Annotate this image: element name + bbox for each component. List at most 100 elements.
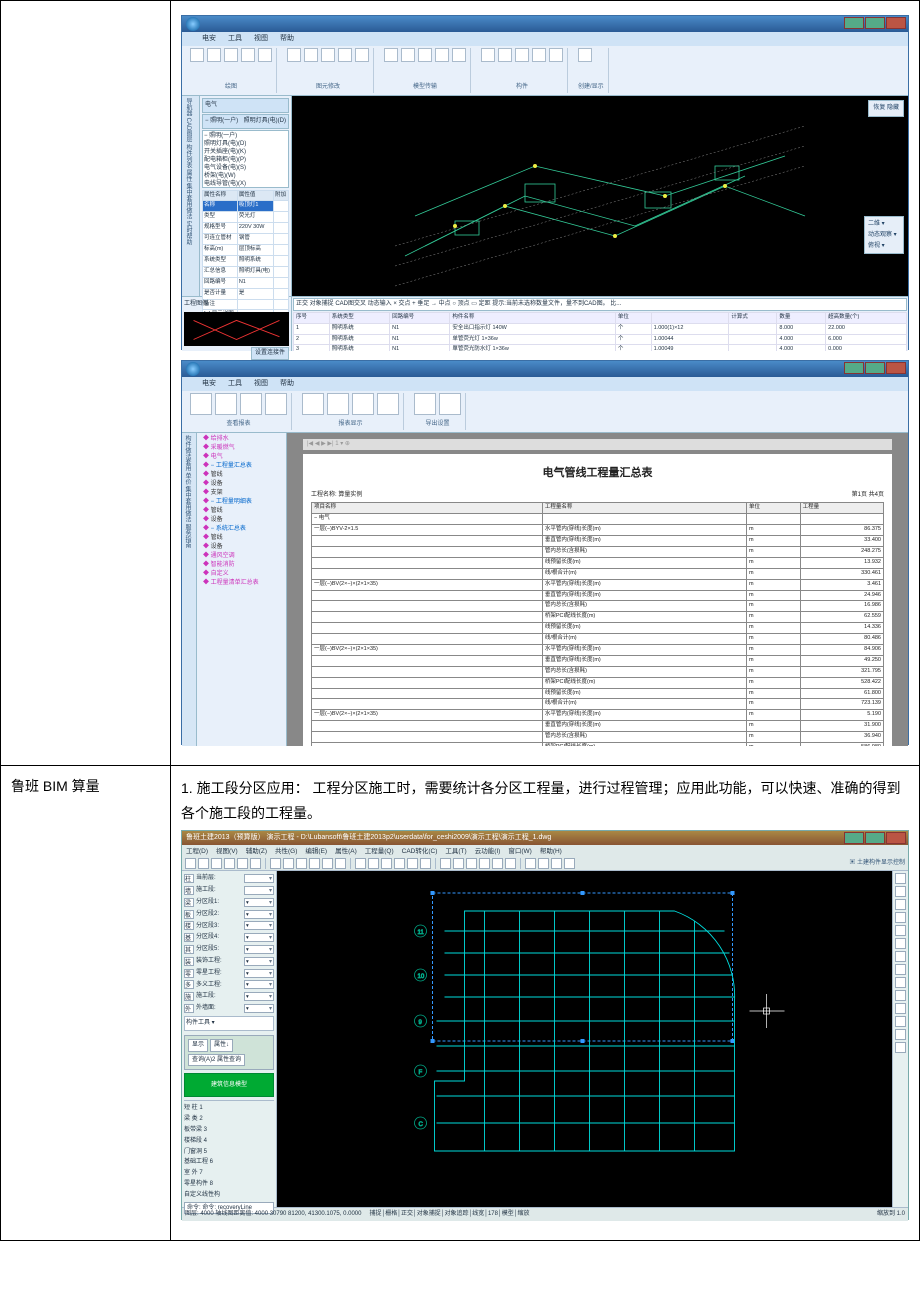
combo-box[interactable]: ▾ bbox=[244, 1004, 274, 1013]
menu-item[interactable]: 辅助(Z) bbox=[246, 846, 267, 856]
tree-node[interactable]: 桥架(电)(W) bbox=[204, 172, 287, 180]
tree-node[interactable]: ◆ 采暖燃气 bbox=[199, 444, 284, 453]
combo-box[interactable]: ▾ bbox=[244, 945, 274, 954]
ribbon-button[interactable] bbox=[515, 48, 529, 62]
combo-box[interactable] bbox=[244, 886, 274, 895]
list-item[interactable]: 零星构件 8 bbox=[184, 1179, 274, 1190]
table-row[interactable]: 3照明系统N1單管荧光防水灯 1×36w个1.000494.0000.000 bbox=[294, 345, 907, 351]
toolbar-button[interactable] bbox=[309, 858, 320, 869]
combo-box[interactable]: ▾ bbox=[244, 957, 274, 966]
list-item[interactable]: 楼梯段 4 bbox=[184, 1136, 274, 1147]
ribbon-button[interactable] bbox=[265, 393, 287, 415]
maximize-button[interactable] bbox=[865, 362, 885, 374]
row-icon[interactable]: 基 bbox=[184, 933, 194, 942]
menu-item[interactable]: 视图 bbox=[254, 378, 268, 390]
toolbar-button[interactable] bbox=[355, 858, 366, 869]
tree-node[interactable]: ◆ 管线 bbox=[199, 471, 284, 480]
toolbar-button[interactable] bbox=[296, 858, 307, 869]
quantity-table[interactable]: 序号系统类型回路编号构件名称单位计算式数量超高数量(个)1照明系统N1安全出口指… bbox=[293, 312, 907, 351]
ribbon-button[interactable] bbox=[241, 48, 255, 62]
side-tool-button[interactable] bbox=[895, 964, 906, 975]
ribbon-button[interactable] bbox=[498, 48, 512, 62]
tree-node[interactable]: ◆ 设备 bbox=[199, 516, 284, 525]
side-tool-button[interactable] bbox=[895, 899, 906, 910]
tree-node[interactable]: ◆ 电气 bbox=[199, 453, 284, 462]
component-tool-label[interactable]: 构件工具 ▾ bbox=[186, 1020, 215, 1026]
toolbar-button[interactable] bbox=[440, 858, 451, 869]
list-item[interactable]: 自定义线性构 bbox=[184, 1190, 274, 1201]
panel-button[interactable]: 显示 bbox=[188, 1039, 208, 1052]
menu-item[interactable]: 电安 bbox=[202, 378, 216, 390]
app-orb-icon[interactable] bbox=[186, 17, 200, 31]
combo-box[interactable]: ▾ bbox=[244, 898, 274, 907]
toolbar-button[interactable] bbox=[237, 858, 248, 869]
ribbon-button[interactable] bbox=[321, 48, 335, 62]
ribbon-button[interactable] bbox=[215, 393, 237, 415]
toolbar-button[interactable] bbox=[564, 858, 575, 869]
combo-box[interactable]: ▾ bbox=[244, 992, 274, 1001]
tree-node[interactable]: ◆ 给排水 bbox=[199, 435, 284, 444]
ribbon-button[interactable] bbox=[414, 393, 436, 415]
menu-item[interactable]: 属性(A) bbox=[335, 846, 357, 856]
ribbon-button[interactable] bbox=[287, 48, 301, 62]
minimize-button[interactable] bbox=[844, 832, 864, 844]
ribbon-button[interactable] bbox=[377, 393, 399, 415]
view-mode-item[interactable]: 二维 ▾ bbox=[868, 219, 900, 230]
toolbar-button[interactable] bbox=[394, 858, 405, 869]
combo-box[interactable]: ▾ bbox=[244, 969, 274, 978]
tree-node[interactable]: 照明灯具(电)(D) bbox=[204, 140, 287, 148]
list-item[interactable]: 梁 类 2 bbox=[184, 1114, 274, 1125]
ribbon-button[interactable] bbox=[190, 393, 212, 415]
view-mode-panel[interactable]: 二维 ▾动态观察 ▾俯视 ▾ bbox=[864, 216, 904, 254]
view-restore-bar[interactable]: 恢复 隐藏 bbox=[868, 100, 904, 117]
side-tabs[interactable]: 构件做法套用 单价 集中套用做法 服务指南 bbox=[182, 433, 197, 746]
panel-button[interactable]: 属性↓ bbox=[210, 1039, 233, 1052]
toolbar-button[interactable] bbox=[551, 858, 562, 869]
menu-item[interactable]: 帮助(H) bbox=[540, 846, 562, 856]
combo-box[interactable] bbox=[244, 874, 274, 883]
side-tool-button[interactable] bbox=[895, 1029, 906, 1040]
tree-node[interactable]: − 照明(一户) bbox=[204, 132, 287, 140]
side-tool-button[interactable] bbox=[895, 1003, 906, 1014]
combo-box[interactable]: ▾ bbox=[244, 910, 274, 919]
tree-node[interactable]: ◆ 自定义 bbox=[199, 570, 284, 579]
ribbon-button[interactable] bbox=[384, 48, 398, 62]
minimize-button[interactable] bbox=[844, 362, 864, 374]
ribbon-button[interactable] bbox=[304, 48, 318, 62]
list-item[interactable]: 板带梁 3 bbox=[184, 1125, 274, 1136]
tree-node[interactable]: ◆ 设备 bbox=[199, 480, 284, 489]
tree-node[interactable]: ◆ − 工程量汇总表 bbox=[199, 462, 284, 471]
side-tool-button[interactable] bbox=[895, 886, 906, 897]
menu-item[interactable]: CAD转化(C) bbox=[402, 846, 438, 856]
menu-item[interactable]: 编辑(E) bbox=[305, 846, 327, 856]
row-icon[interactable]: 墙 bbox=[184, 886, 194, 895]
app-orb-icon[interactable] bbox=[186, 362, 200, 376]
ribbon-button[interactable] bbox=[338, 48, 352, 62]
ribbon-button[interactable] bbox=[439, 393, 461, 415]
tree-node[interactable]: ◆ 设备 bbox=[199, 543, 284, 552]
toolbar-button[interactable] bbox=[250, 858, 261, 869]
list-item[interactable]: 门窗洞 5 bbox=[184, 1147, 274, 1158]
tree-node[interactable]: 电线导管(电)(X) bbox=[204, 180, 287, 188]
menu-item[interactable]: 工具(T) bbox=[445, 846, 466, 856]
side-tool-button[interactable] bbox=[895, 990, 906, 1001]
tree-node[interactable]: ◆ − 工程量明细表 bbox=[199, 498, 284, 507]
menu-item[interactable]: 电安 bbox=[202, 33, 216, 45]
ribbon-button[interactable] bbox=[355, 48, 369, 62]
side-tool-button[interactable] bbox=[895, 912, 906, 923]
toolbar-button[interactable] bbox=[368, 858, 379, 869]
menu-item[interactable]: 视图 bbox=[254, 33, 268, 45]
close-button[interactable] bbox=[886, 362, 906, 374]
ribbon-button[interactable] bbox=[207, 48, 221, 62]
ribbon-button[interactable] bbox=[190, 48, 204, 62]
row-icon[interactable]: 零 bbox=[184, 969, 194, 978]
close-button[interactable] bbox=[886, 17, 906, 29]
ribbon-button[interactable] bbox=[452, 48, 466, 62]
tree-node[interactable]: 配电箱柜(电)(P) bbox=[204, 156, 287, 164]
tree-node[interactable]: ◆ − 系统汇总表 bbox=[199, 525, 284, 534]
toolbar-button[interactable] bbox=[453, 858, 464, 869]
row-icon[interactable]: 其 bbox=[184, 945, 194, 954]
tree-node[interactable]: 开关插座(电)(K) bbox=[204, 148, 287, 156]
side-tabs[interactable]: 导航器 CAD图层 构件列表 属性 集中套用做法 实时帮助 bbox=[182, 96, 200, 296]
toolbar-button[interactable] bbox=[185, 858, 196, 869]
